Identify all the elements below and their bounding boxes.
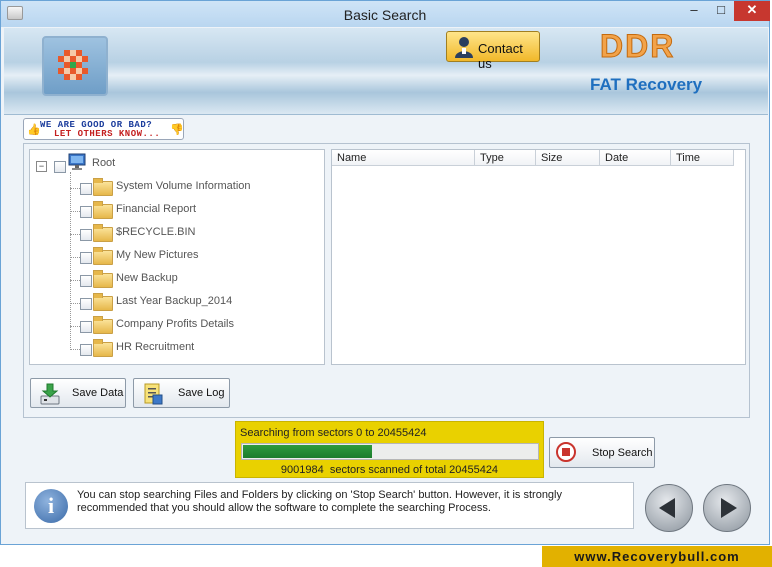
checkbox[interactable] bbox=[54, 161, 66, 173]
column-header-time[interactable]: Time bbox=[671, 150, 734, 166]
checkbox[interactable] bbox=[80, 183, 92, 195]
thumbs-up-icon: 👍 bbox=[27, 124, 41, 136]
folder-icon bbox=[93, 270, 113, 288]
column-header-type[interactable]: Type bbox=[475, 150, 536, 166]
tree-item-label: Last Year Backup_2014 bbox=[116, 295, 233, 307]
info-message: You can stop searching Files and Folders… bbox=[77, 489, 562, 514]
tree-item[interactable]: System Volume Information bbox=[30, 178, 320, 196]
tree-item[interactable]: Last Year Backup_2014 bbox=[30, 293, 320, 311]
column-header-name[interactable]: Name bbox=[332, 150, 475, 166]
checkbox[interactable] bbox=[80, 252, 92, 264]
checkbox[interactable] bbox=[80, 229, 92, 241]
tree-item-label: HR Recruitment bbox=[116, 341, 195, 353]
info-panel: i You can stop searching Files and Folde… bbox=[25, 482, 634, 529]
user-icon bbox=[455, 37, 473, 58]
progress-count: 9001984 sectors scanned of total 2045542… bbox=[236, 464, 543, 476]
folder-icon bbox=[93, 201, 113, 219]
save-log-label: Save Log bbox=[178, 387, 225, 399]
folder-icon bbox=[93, 293, 113, 311]
progress-bar bbox=[241, 443, 539, 460]
maximize-button[interactable]: □ bbox=[708, 1, 734, 21]
save-data-label: Save Data bbox=[72, 387, 124, 399]
title-bar: Basic Search – □ ✕ bbox=[1, 1, 770, 27]
file-list[interactable]: Name Type Size Date Time bbox=[331, 149, 746, 365]
checkbox[interactable] bbox=[80, 206, 92, 218]
folder-icon bbox=[93, 316, 113, 334]
tree-item[interactable]: $RECYCLE.BIN bbox=[30, 224, 320, 242]
folder-icon bbox=[93, 224, 113, 242]
info-icon: i bbox=[34, 489, 68, 523]
checkbox[interactable] bbox=[80, 344, 92, 356]
stop-search-button[interactable]: Stop Search bbox=[549, 437, 655, 468]
stop-search-label: Stop Search bbox=[592, 447, 653, 459]
search-progress-panel: Searching from sectors 0 to 20455424 900… bbox=[235, 421, 544, 478]
save-data-button[interactable]: Save Data bbox=[30, 378, 126, 408]
brand-title: DDR bbox=[599, 28, 676, 65]
header-banner: Contact us DDR FAT Recovery bbox=[4, 28, 768, 115]
log-file-icon bbox=[144, 383, 163, 405]
contact-us-label: Contact us bbox=[478, 41, 523, 71]
logo-icon bbox=[42, 36, 108, 96]
checkbox[interactable] bbox=[80, 275, 92, 287]
stop-icon bbox=[556, 442, 576, 462]
close-button[interactable]: ✕ bbox=[734, 1, 770, 21]
tree-item-label: New Backup bbox=[116, 272, 178, 284]
next-button[interactable] bbox=[703, 484, 751, 532]
back-button[interactable] bbox=[645, 484, 693, 532]
tree-item-label: $RECYCLE.BIN bbox=[116, 226, 196, 238]
feedback-button[interactable]: 👍 WE ARE GOOD OR BAD? LET OTHERS KNOW...… bbox=[23, 118, 184, 140]
product-subtitle: FAT Recovery bbox=[590, 75, 703, 94]
checkbox[interactable] bbox=[80, 298, 92, 310]
contact-us-button[interactable]: Contact us bbox=[446, 31, 540, 71]
tree-item-label: Financial Report bbox=[116, 203, 197, 215]
download-icon bbox=[40, 383, 60, 405]
collapse-icon[interactable]: − bbox=[36, 161, 47, 172]
next-arrow-icon bbox=[721, 498, 737, 518]
tree-item[interactable]: New Backup bbox=[30, 270, 320, 288]
minimize-button[interactable]: – bbox=[681, 1, 707, 21]
checkbox[interactable] bbox=[80, 321, 92, 333]
folder-icon bbox=[93, 339, 113, 357]
window-title: Basic Search bbox=[343, 7, 427, 23]
column-header-date[interactable]: Date bbox=[600, 150, 671, 166]
sectors-scanned-value: 9001984 bbox=[280, 464, 324, 476]
back-arrow-icon bbox=[659, 498, 675, 518]
progress-bar-fill bbox=[243, 445, 372, 458]
tree-item-label: My New Pictures bbox=[116, 249, 199, 261]
folder-icon bbox=[93, 178, 113, 196]
footer-url: www.Recoverybull.com bbox=[574, 549, 740, 564]
tree-item[interactable]: Financial Report bbox=[30, 201, 320, 219]
save-log-button[interactable]: Save Log bbox=[133, 378, 230, 408]
tree-item-label: System Volume Information bbox=[116, 180, 251, 192]
tree-item-label: Company Profits Details bbox=[116, 318, 234, 330]
tree-root-label[interactable]: Root bbox=[92, 157, 115, 169]
thumbs-down-icon: 👎 bbox=[170, 124, 184, 136]
computer-icon bbox=[68, 153, 86, 170]
progress-range-text: Searching from sectors 0 to 20455424 bbox=[240, 427, 427, 439]
folder-tree[interactable]: − Root System Volume Information Financi… bbox=[29, 149, 325, 365]
footer-watermark: www.Recoverybull.com bbox=[542, 546, 772, 567]
feedback-line2: LET OTHERS KNOW... bbox=[54, 129, 161, 139]
column-header-size[interactable]: Size bbox=[536, 150, 600, 166]
tree-item[interactable]: Company Profits Details bbox=[30, 316, 320, 334]
app-window: Basic Search – □ ✕ Contact us DDR FAT Re… bbox=[0, 0, 770, 545]
folder-icon bbox=[93, 247, 113, 265]
tree-item[interactable]: HR Recruitment bbox=[30, 339, 320, 357]
sectors-scanned-suffix: sectors scanned of total 20455424 bbox=[329, 464, 499, 476]
tree-item[interactable]: My New Pictures bbox=[30, 247, 320, 265]
